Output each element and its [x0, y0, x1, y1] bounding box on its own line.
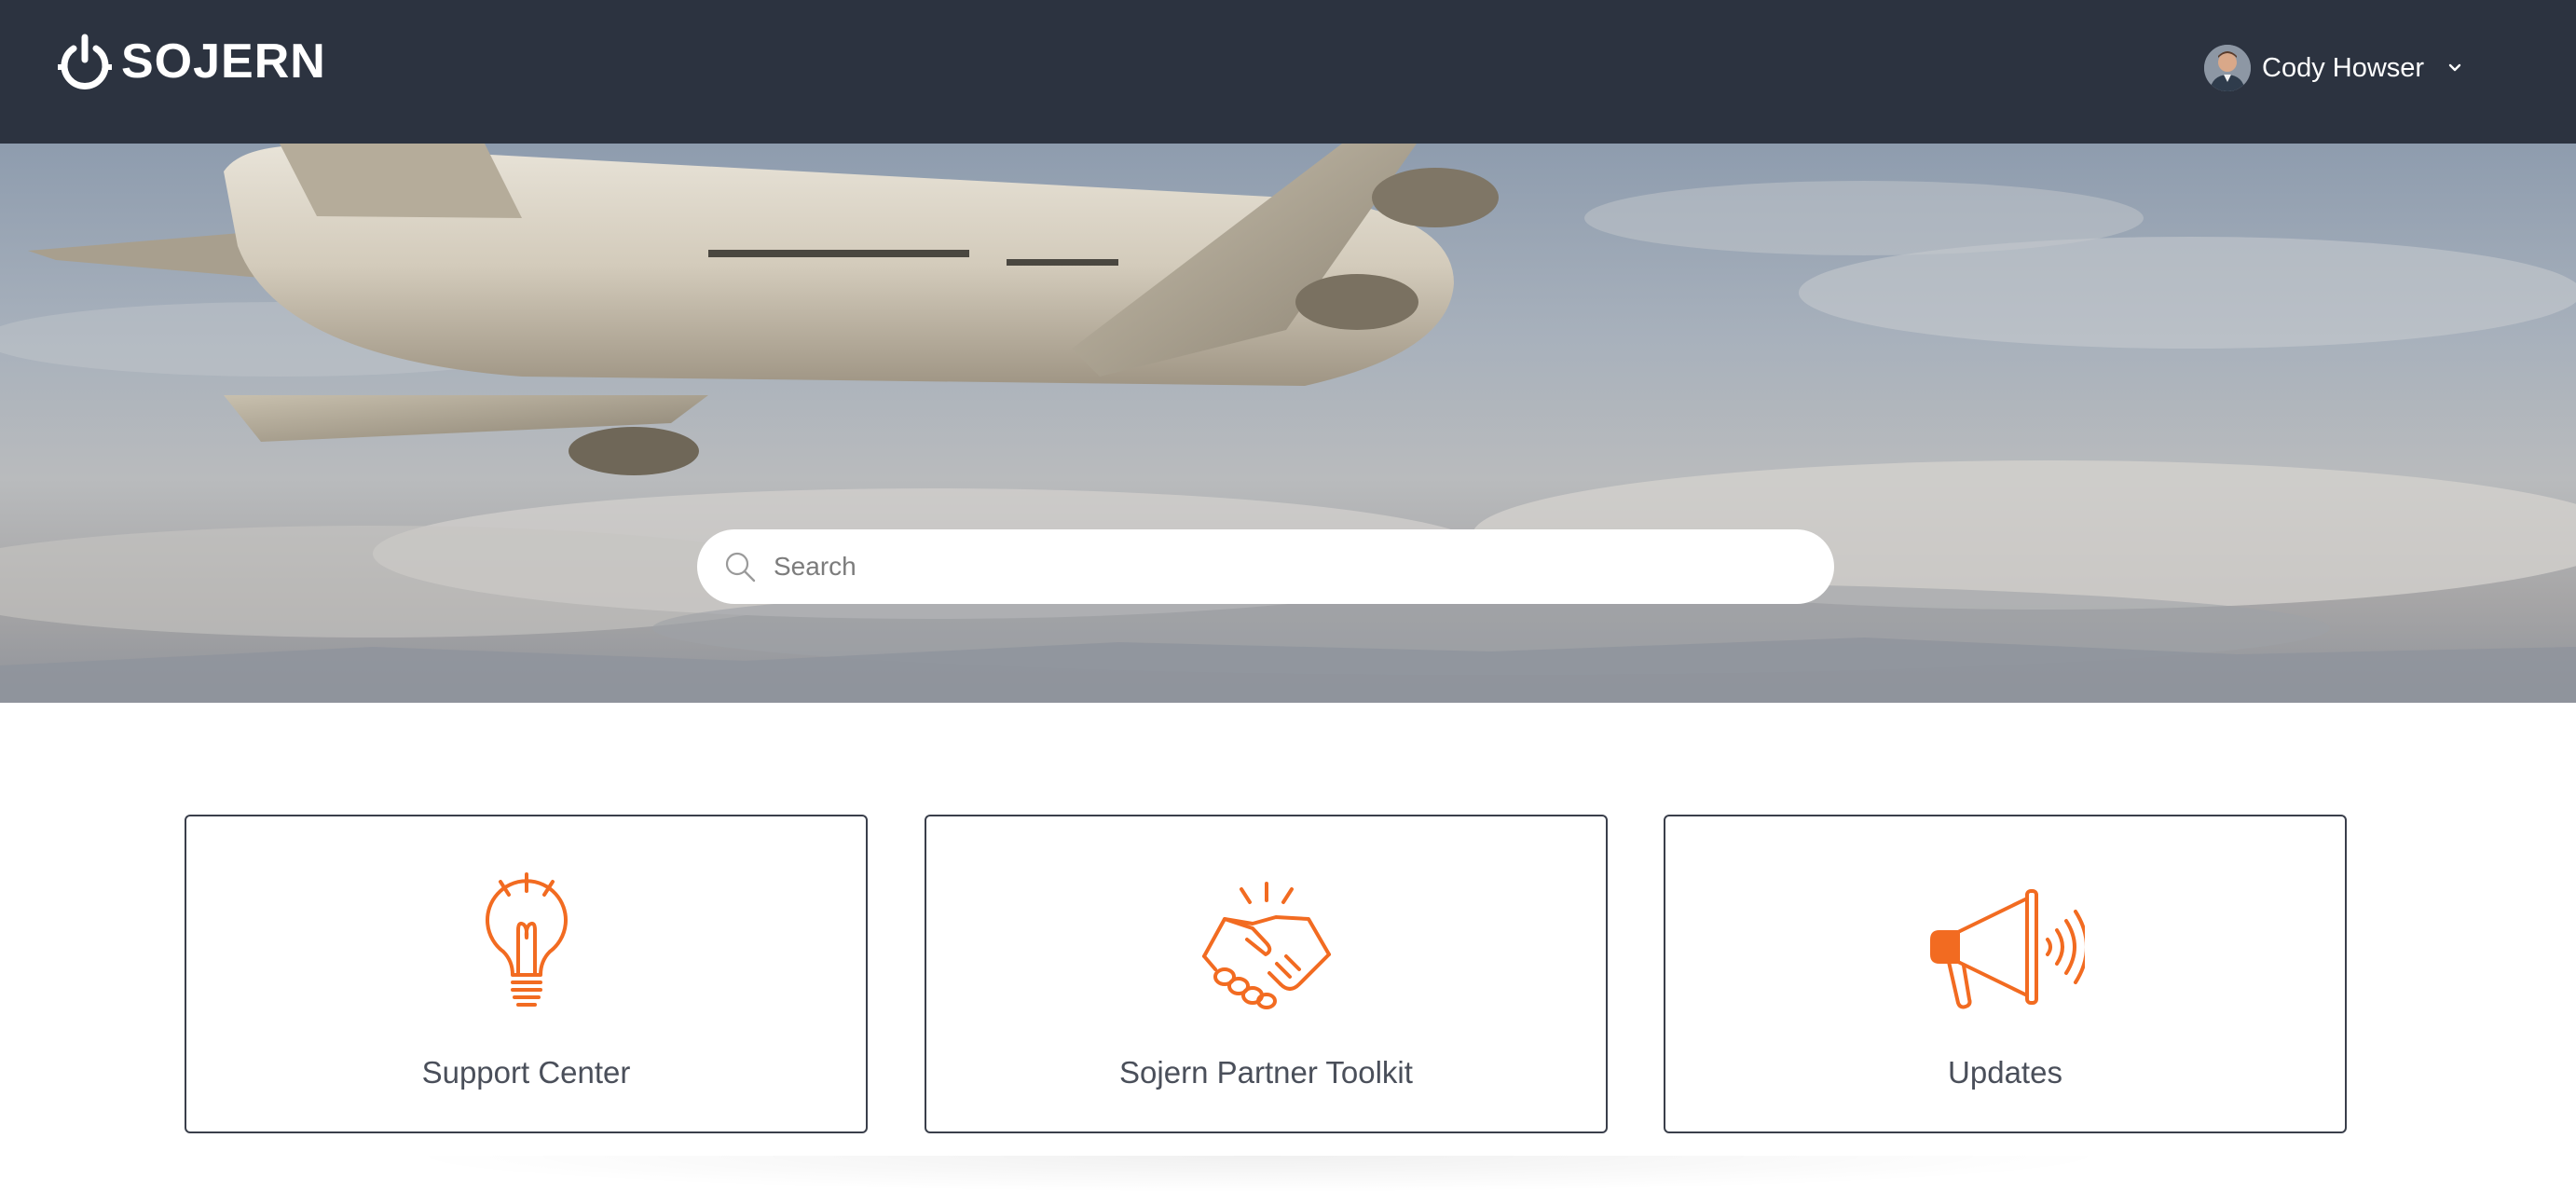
search-input[interactable] — [774, 552, 1780, 582]
content-shadow — [391, 1156, 2125, 1193]
user-menu[interactable]: Cody Howser — [2204, 43, 2465, 93]
handshake-icon — [1187, 872, 1346, 1022]
lightbulb-icon — [447, 872, 606, 1022]
logo-text: SOJERN — [121, 34, 326, 89]
card-sojern-partner-toolkit[interactable]: Sojern Partner Toolkit — [925, 815, 1608, 1133]
top-navigation-bar: SOJERN Cody Howser — [0, 0, 2576, 144]
chevron-down-icon[interactable] — [2433, 58, 2465, 78]
card-support-center[interactable]: Support Center — [185, 815, 868, 1133]
hero-banner — [0, 144, 2576, 703]
user-name: Cody Howser — [2262, 52, 2425, 83]
card-label: Support Center — [421, 1055, 631, 1090]
airplane-background-image — [0, 144, 2576, 703]
card-updates[interactable]: Updates — [1664, 815, 2347, 1133]
sojern-logo[interactable]: SOJERN — [58, 32, 326, 91]
megaphone-icon — [1926, 872, 2085, 1022]
card-label: Sojern Partner Toolkit — [1119, 1055, 1413, 1090]
search-icon — [723, 550, 757, 583]
search-bar[interactable] — [697, 529, 1834, 604]
card-label: Updates — [1948, 1055, 2062, 1090]
avatar — [2204, 45, 2251, 91]
power-logo-icon — [58, 34, 112, 89]
